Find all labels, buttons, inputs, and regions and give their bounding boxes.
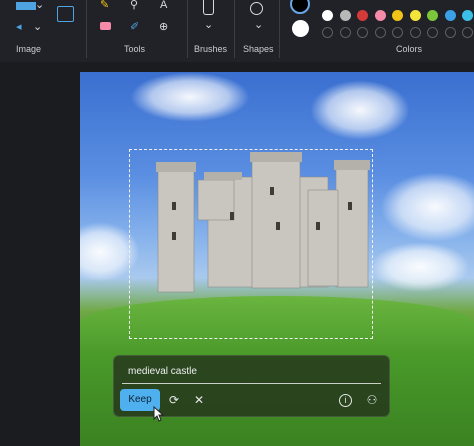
separator bbox=[187, 0, 188, 58]
close-icon[interactable]: ✕ bbox=[192, 393, 206, 407]
palette-color-swatch[interactable] bbox=[374, 10, 386, 21]
palette-empty-swatch[interactable] bbox=[374, 27, 386, 38]
feedback-icon[interactable]: ⚇ bbox=[365, 393, 379, 407]
regenerate-icon[interactable]: ⟳ bbox=[167, 393, 181, 407]
fill-icon[interactable]: ⚲ bbox=[130, 0, 138, 11]
palette-color-swatch[interactable] bbox=[409, 10, 421, 21]
brush-icon[interactable] bbox=[203, 0, 214, 15]
text-icon[interactable]: A bbox=[160, 0, 167, 11]
prompt-input[interactable]: medieval castle bbox=[128, 366, 197, 377]
info-icon[interactable]: i bbox=[339, 394, 352, 407]
select-tool-icon[interactable] bbox=[16, 2, 36, 10]
separator bbox=[279, 0, 280, 58]
ribbon-toolbar: ⌄ ◂ ⌄ Image ✎ ⚲ A ✐ ⊕ Tools ⌄ Brushes ⌄ … bbox=[0, 0, 474, 63]
palette-empty-swatch[interactable] bbox=[357, 27, 368, 38]
group-label-tools: Tools bbox=[124, 44, 146, 54]
palette-color-swatch[interactable] bbox=[392, 10, 403, 21]
group-label-shapes: Shapes bbox=[243, 44, 274, 54]
palette-empty-swatch[interactable] bbox=[339, 27, 351, 38]
separator bbox=[86, 0, 87, 58]
secondary-color-swatch[interactable] bbox=[292, 20, 309, 37]
palette-empty-swatch[interactable] bbox=[322, 27, 333, 38]
color-picker-icon[interactable]: ✐ bbox=[130, 22, 139, 33]
palette-color-swatch[interactable] bbox=[462, 10, 473, 21]
group-label-image: Image bbox=[16, 44, 42, 54]
group-label-brushes: Brushes bbox=[194, 44, 228, 54]
mouse-cursor-icon bbox=[153, 406, 165, 422]
chevron-down-icon[interactable]: ⌄ bbox=[35, 0, 44, 11]
palette-color-swatch[interactable] bbox=[339, 10, 351, 21]
rotate-icon[interactable]: ◂ bbox=[16, 22, 22, 33]
prompt-underline bbox=[122, 383, 381, 384]
palette-color-swatch[interactable] bbox=[444, 10, 456, 21]
shapes-icon[interactable] bbox=[250, 2, 263, 15]
chevron-down-icon[interactable]: ⌄ bbox=[254, 20, 263, 31]
palette-empty-swatch[interactable] bbox=[409, 27, 421, 38]
palette-color-swatch[interactable] bbox=[322, 10, 333, 21]
image-icon[interactable] bbox=[57, 6, 74, 22]
magnifier-icon[interactable]: ⊕ bbox=[159, 22, 168, 33]
chevron-down-icon[interactable]: ⌄ bbox=[33, 22, 42, 33]
palette-empty-swatch[interactable] bbox=[444, 27, 456, 38]
group-label-colors: Colors bbox=[396, 44, 423, 54]
palette-empty-swatch[interactable] bbox=[392, 27, 403, 38]
palette-color-swatch[interactable] bbox=[357, 10, 368, 21]
palette-empty-swatch[interactable] bbox=[462, 27, 473, 38]
selection-rectangle[interactable] bbox=[129, 149, 373, 339]
eraser-icon[interactable] bbox=[100, 22, 111, 30]
palette-empty-swatch[interactable] bbox=[427, 27, 438, 38]
palette-color-swatch[interactable] bbox=[427, 10, 438, 21]
chevron-down-icon[interactable]: ⌄ bbox=[204, 20, 213, 31]
primary-color-swatch[interactable] bbox=[290, 0, 310, 14]
separator bbox=[234, 0, 235, 58]
pencil-icon[interactable]: ✎ bbox=[100, 0, 109, 11]
